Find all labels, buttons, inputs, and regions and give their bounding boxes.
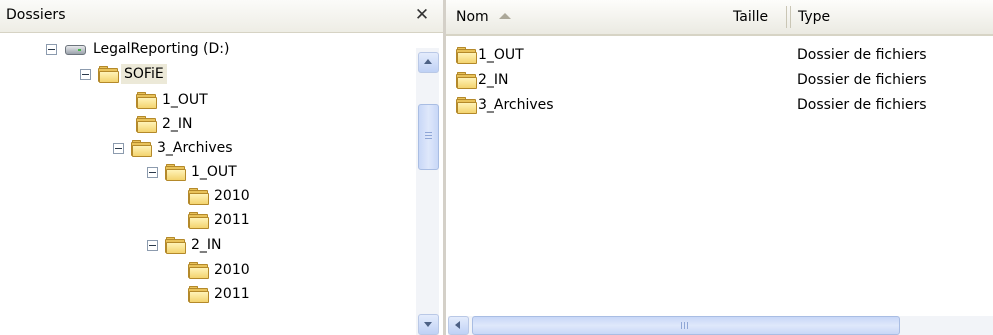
collapse-icon[interactable] bbox=[46, 43, 57, 55]
tree-node-label: LegalReporting (D:) bbox=[93, 41, 230, 57]
file-list-row[interactable]: 2_IN Dossier de fichiers bbox=[446, 68, 993, 92]
tree-node-out-2010[interactable]: 2010 bbox=[188, 185, 253, 207]
tree-node-label: 2_IN bbox=[191, 237, 222, 253]
scrollbar-thumb[interactable] bbox=[472, 316, 900, 335]
folder-icon bbox=[165, 164, 186, 181]
column-header-name[interactable]: Nom bbox=[448, 0, 519, 34]
tree-node-label: 3_Archives bbox=[157, 140, 233, 156]
tree-vertical-scrollbar[interactable] bbox=[416, 48, 439, 335]
column-header-label: Type bbox=[798, 9, 831, 25]
folders-pane-title: Dossiers bbox=[6, 7, 66, 23]
file-list-horizontal-scrollbar[interactable] bbox=[448, 316, 993, 335]
file-list-row[interactable]: 1_OUT Dossier de fichiers bbox=[446, 43, 993, 67]
tree-node-label: SOFiE bbox=[121, 64, 167, 84]
hard-drive-icon bbox=[64, 42, 86, 56]
close-icon[interactable]: ✕ bbox=[411, 4, 433, 26]
scrollbar-thumb[interactable] bbox=[418, 104, 439, 170]
column-header-label: Nom bbox=[456, 9, 489, 25]
column-divider[interactable] bbox=[786, 6, 787, 28]
scroll-up-icon[interactable] bbox=[418, 52, 439, 73]
tree-node-in-2010[interactable]: 2010 bbox=[188, 259, 253, 281]
file-list-pane: Nom Taille Type 1_OUT Dossier de fichier… bbox=[446, 0, 993, 335]
tree-node-label: 2_IN bbox=[162, 116, 193, 132]
folder-icon bbox=[188, 262, 209, 279]
folder-icon bbox=[188, 212, 209, 229]
tree-node-in-2011[interactable]: 2011 bbox=[188, 283, 253, 305]
folders-pane-header: Dossiers ✕ bbox=[0, 0, 443, 33]
tree-node-archives-1-out[interactable]: 1_OUT bbox=[147, 161, 240, 183]
tree-node-out-2011[interactable]: 2011 bbox=[188, 209, 253, 231]
tree-node-1-out[interactable]: 1_OUT bbox=[136, 89, 211, 111]
folder-open-icon bbox=[98, 66, 119, 83]
tree-node-3-archives[interactable]: 3_Archives bbox=[113, 137, 236, 159]
collapse-icon[interactable] bbox=[147, 239, 158, 251]
folder-icon bbox=[456, 97, 477, 114]
column-header-label: Taille bbox=[733, 9, 769, 25]
folder-icon bbox=[456, 72, 477, 89]
file-type: Dossier de fichiers bbox=[797, 97, 927, 113]
file-name: 2_IN bbox=[478, 72, 509, 88]
tree-node-sofie[interactable]: SOFiE bbox=[80, 63, 167, 85]
folder-icon bbox=[131, 140, 152, 157]
folder-icon bbox=[165, 237, 186, 254]
scroll-left-icon[interactable] bbox=[448, 316, 469, 335]
file-list-header: Nom Taille Type bbox=[446, 0, 993, 36]
folders-pane: Dossiers ✕ LegalReporting (D:) SOFiE 1_O… bbox=[0, 0, 443, 335]
file-list-row[interactable]: 3_Archives Dossier de fichiers bbox=[446, 93, 993, 117]
collapse-icon[interactable] bbox=[80, 68, 91, 80]
scroll-down-icon[interactable] bbox=[418, 314, 439, 335]
folder-icon bbox=[136, 116, 157, 133]
tree-node-archives-2-in[interactable]: 2_IN bbox=[147, 234, 225, 256]
tree-node-drive[interactable]: LegalReporting (D:) bbox=[46, 38, 232, 60]
collapse-icon[interactable] bbox=[147, 166, 158, 178]
tree-node-2-in[interactable]: 2_IN bbox=[136, 113, 196, 135]
file-type: Dossier de fichiers bbox=[797, 72, 927, 88]
file-name: 1_OUT bbox=[478, 47, 524, 63]
file-name: 3_Archives bbox=[478, 97, 554, 113]
folder-icon bbox=[136, 92, 157, 109]
tree-node-label: 1_OUT bbox=[162, 92, 208, 108]
folder-tree: LegalReporting (D:) SOFiE 1_OUT 2_IN 3_A… bbox=[0, 34, 415, 335]
folder-icon bbox=[188, 286, 209, 303]
tree-node-label: 2011 bbox=[214, 286, 250, 302]
file-type: Dossier de fichiers bbox=[797, 47, 927, 63]
tree-node-label: 2010 bbox=[214, 262, 250, 278]
tree-node-label: 2011 bbox=[214, 212, 250, 228]
column-header-type[interactable]: Type bbox=[790, 0, 838, 34]
column-header-size[interactable]: Taille bbox=[725, 0, 776, 34]
folder-icon bbox=[456, 47, 477, 64]
tree-node-label: 2010 bbox=[214, 188, 250, 204]
sort-ascending-icon bbox=[498, 13, 511, 19]
collapse-icon[interactable] bbox=[113, 142, 124, 154]
tree-node-label: 1_OUT bbox=[191, 164, 237, 180]
folder-icon bbox=[188, 188, 209, 205]
